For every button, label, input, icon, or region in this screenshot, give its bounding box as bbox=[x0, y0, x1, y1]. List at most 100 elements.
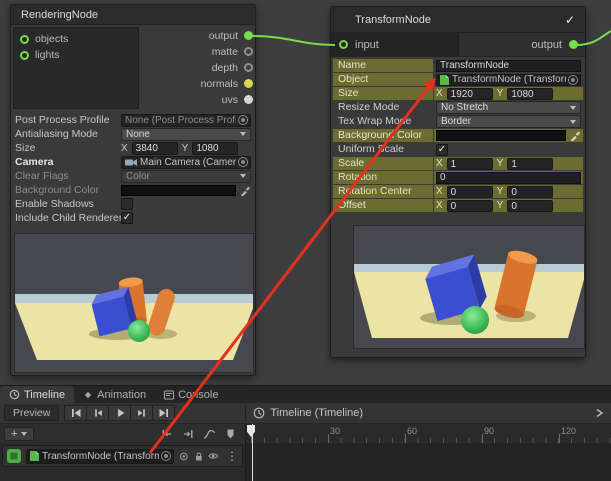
dropdown-caret-icon bbox=[240, 174, 246, 178]
port-input[interactable]: input bbox=[331, 33, 459, 56]
port-output[interactable]: output bbox=[459, 33, 585, 56]
property-row-background-color: Background Color bbox=[333, 129, 583, 142]
eyedropper-icon[interactable] bbox=[570, 130, 581, 141]
port-output[interactable]: output bbox=[137, 28, 255, 44]
port-dot-input[interactable] bbox=[339, 40, 348, 49]
rotation-center-y-field[interactable]: 0 bbox=[507, 186, 553, 198]
record-icon[interactable] bbox=[179, 451, 189, 462]
playhead-line[interactable] bbox=[252, 424, 253, 481]
scale-y-field[interactable]: 1 bbox=[507, 158, 553, 170]
markers-icon[interactable] bbox=[225, 428, 236, 440]
node-enabled-checkbox[interactable]: ✓ bbox=[565, 13, 575, 27]
timeline-selector[interactable]: Timeline (Timeline) bbox=[253, 407, 363, 419]
port-lights[interactable]: lights bbox=[14, 47, 138, 63]
tab-timeline[interactable]: Timeline bbox=[0, 386, 74, 403]
axis-y-label: Y bbox=[497, 200, 504, 211]
port-normals[interactable]: normals bbox=[137, 76, 255, 92]
uniform-scale-checkbox[interactable]: ✓ bbox=[436, 144, 448, 156]
tex-wrap-mode-dropdown[interactable]: Border bbox=[436, 115, 581, 128]
tab-animation[interactable]: Animation bbox=[74, 386, 155, 403]
size-y-field[interactable]: 1080 bbox=[507, 88, 553, 100]
antialiasing-mode-dropdown[interactable]: None bbox=[121, 128, 251, 141]
port-dot-uvs[interactable] bbox=[244, 95, 253, 104]
eyedropper-icon[interactable] bbox=[240, 185, 251, 196]
background-color-swatch[interactable] bbox=[436, 130, 566, 141]
name-field[interactable]: TransformNode bbox=[436, 60, 581, 72]
resize-mode-dropdown[interactable]: No Stretch bbox=[436, 101, 581, 114]
rotation-field[interactable]: 0 bbox=[436, 172, 581, 184]
object-field-value: TransformNode (Transform Node bbox=[452, 74, 566, 85]
port-dot-output[interactable] bbox=[569, 40, 578, 49]
object-field[interactable]: TransformNode (Transform Node bbox=[436, 74, 581, 86]
background-color-swatch[interactable] bbox=[121, 185, 236, 196]
eye-icon[interactable] bbox=[208, 451, 219, 461]
rotation-center-x-field[interactable]: 0 bbox=[447, 186, 493, 198]
go-to-end-button[interactable] bbox=[152, 405, 175, 421]
clear-flags-dropdown[interactable]: Color bbox=[121, 170, 251, 183]
port-dot-lights[interactable] bbox=[20, 51, 29, 60]
offset-y-field[interactable]: 0 bbox=[507, 200, 553, 212]
rendering-node-ports: objects lights output matte depth normal… bbox=[11, 25, 255, 111]
skip-start-icon bbox=[70, 407, 82, 419]
track-binding-field[interactable]: TransformNode (Transform bbox=[26, 449, 174, 464]
property-row-tex-wrap-mode: Tex Wrap Mode Border bbox=[333, 115, 583, 128]
timeline-track[interactable]: TransformNode (Transform ⋮ bbox=[2, 445, 243, 467]
track-menu-button[interactable]: ⋮ bbox=[226, 450, 238, 462]
port-uvs[interactable]: uvs bbox=[137, 92, 255, 108]
add-track-button[interactable]: + bbox=[4, 427, 34, 441]
clock-icon bbox=[253, 407, 265, 419]
port-objects[interactable]: objects bbox=[14, 31, 138, 47]
previous-frame-button[interactable] bbox=[86, 405, 109, 421]
size-y-field[interactable]: 1080 bbox=[192, 142, 238, 155]
play-button[interactable] bbox=[108, 405, 131, 421]
object-picker-icon[interactable] bbox=[238, 115, 248, 125]
object-picker-icon[interactable] bbox=[238, 157, 248, 167]
port-dot-matte[interactable] bbox=[244, 47, 253, 56]
transform-node[interactable]: TransformNode ✓ input output Name Transf… bbox=[330, 6, 586, 358]
tab-label: Console bbox=[178, 389, 218, 401]
port-dot-normals[interactable] bbox=[244, 79, 253, 88]
transform-node-header[interactable]: TransformNode ✓ bbox=[331, 7, 585, 33]
scale-x-field[interactable]: 1 bbox=[447, 158, 493, 170]
timeline-ruler-row: + 30 60 90 120 bbox=[0, 424, 611, 443]
port-matte[interactable]: matte bbox=[137, 44, 255, 60]
property-row-size: Size X 3840 Y 1080 bbox=[15, 141, 251, 155]
post-process-profile-field[interactable]: None (Post Process Profile) bbox=[121, 114, 251, 127]
clip-out-icon[interactable] bbox=[182, 428, 194, 440]
port-dot-depth[interactable] bbox=[244, 63, 253, 72]
chevron-right-icon[interactable] bbox=[594, 407, 604, 419]
camera-field[interactable]: Main Camera (Camera) bbox=[121, 156, 251, 169]
render-preview-image bbox=[354, 226, 585, 349]
property-label: Name bbox=[333, 59, 433, 72]
tab-label: Timeline bbox=[24, 389, 65, 401]
property-label: Rotation bbox=[333, 171, 433, 184]
preview-toggle-button[interactable]: Preview bbox=[4, 405, 59, 421]
property-row-uniform-scale: Uniform Scale ✓ bbox=[333, 143, 583, 156]
size-x-field[interactable]: 3840 bbox=[132, 142, 178, 155]
include-child-renderers-checkbox[interactable]: ✓ bbox=[121, 212, 133, 224]
playhead-marker[interactable] bbox=[247, 425, 255, 437]
offset-x-field[interactable]: 0 bbox=[447, 200, 493, 212]
object-picker-icon[interactable] bbox=[161, 451, 171, 461]
size-x-field[interactable]: 1920 bbox=[447, 88, 493, 100]
ruler-tool-icons bbox=[161, 428, 236, 440]
timeline-track-lane[interactable] bbox=[246, 443, 611, 481]
property-row-include-child-renderers: Include Child Renderers ✓ bbox=[15, 211, 251, 225]
port-dot-output[interactable] bbox=[244, 31, 253, 40]
rendering-node[interactable]: RenderingNode objects lights output matt… bbox=[10, 4, 256, 376]
skip-end-icon bbox=[158, 407, 170, 419]
clip-in-icon[interactable] bbox=[161, 428, 173, 440]
property-label: Clear Flags bbox=[15, 170, 121, 182]
enable-shadows-checkbox[interactable] bbox=[121, 198, 133, 210]
timeline-ruler[interactable]: 30 60 90 120 bbox=[246, 424, 611, 443]
lock-icon[interactable] bbox=[194, 451, 204, 462]
next-frame-button[interactable] bbox=[130, 405, 153, 421]
rendering-node-header[interactable]: RenderingNode bbox=[11, 5, 255, 25]
port-dot-objects[interactable] bbox=[20, 35, 29, 44]
object-picker-icon[interactable] bbox=[568, 75, 578, 85]
rendering-node-properties: Post Process Profile None (Post Process … bbox=[11, 111, 255, 227]
tab-console[interactable]: Console bbox=[155, 386, 227, 403]
curves-icon[interactable] bbox=[203, 428, 216, 440]
go-to-start-button[interactable] bbox=[64, 405, 87, 421]
port-depth[interactable]: depth bbox=[137, 60, 255, 76]
